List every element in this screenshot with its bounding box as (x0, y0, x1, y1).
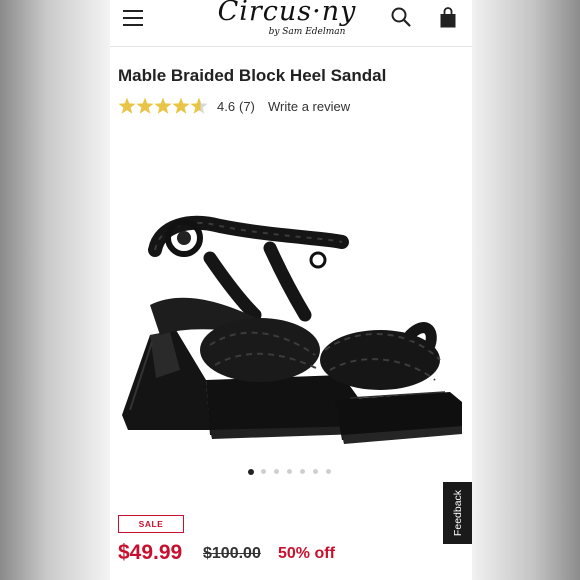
star-icon (172, 97, 190, 114)
phone-screen: Circus·ny by Sam Edelman Mable Braided B… (110, 0, 472, 580)
review-count[interactable]: (7) (239, 99, 255, 114)
menu-icon[interactable] (123, 9, 143, 27)
rating-row: 4.6 (7) Write a review (118, 97, 458, 117)
star-rating[interactable] (118, 97, 208, 115)
sale-badge: SALE (118, 515, 184, 533)
original-price: $100.00 (203, 545, 261, 562)
site-header: Circus·ny by Sam Edelman (110, 0, 472, 47)
rating-value: 4.6 (217, 99, 236, 114)
feedback-tab[interactable]: Feedback (443, 482, 472, 544)
carousel-dot[interactable] (274, 469, 279, 474)
carousel-dot[interactable] (326, 469, 331, 474)
search-icon[interactable] (390, 6, 412, 28)
brand-logo[interactable]: Circus·ny by Sam Edelman (202, 0, 372, 43)
feedback-label: Feedback (451, 489, 464, 537)
carousel-dot[interactable] (287, 469, 292, 474)
star-icon (118, 97, 136, 114)
discount-label: 50% off (278, 545, 335, 562)
logo-byline: by Sam Edelman (268, 27, 346, 37)
carousel-dot[interactable] (313, 469, 318, 474)
carousel-dot[interactable] (261, 469, 266, 474)
product-title: Mable Braided Block Heel Sandal (118, 66, 387, 85)
star-icon (154, 97, 172, 114)
logo-wordmark: Circus·ny (217, 0, 357, 27)
carousel-dot[interactable] (248, 468, 254, 475)
shopping-bag-icon[interactable] (439, 7, 457, 29)
star-icon (136, 97, 154, 114)
sale-price: $49.99 (118, 541, 183, 564)
write-review-link[interactable]: Write a review (268, 99, 350, 114)
price-row: $49.99 $100.00 50% off (118, 541, 468, 567)
carousel-dot[interactable] (300, 469, 305, 474)
product-image[interactable] (110, 130, 472, 465)
star-icon (190, 97, 208, 114)
